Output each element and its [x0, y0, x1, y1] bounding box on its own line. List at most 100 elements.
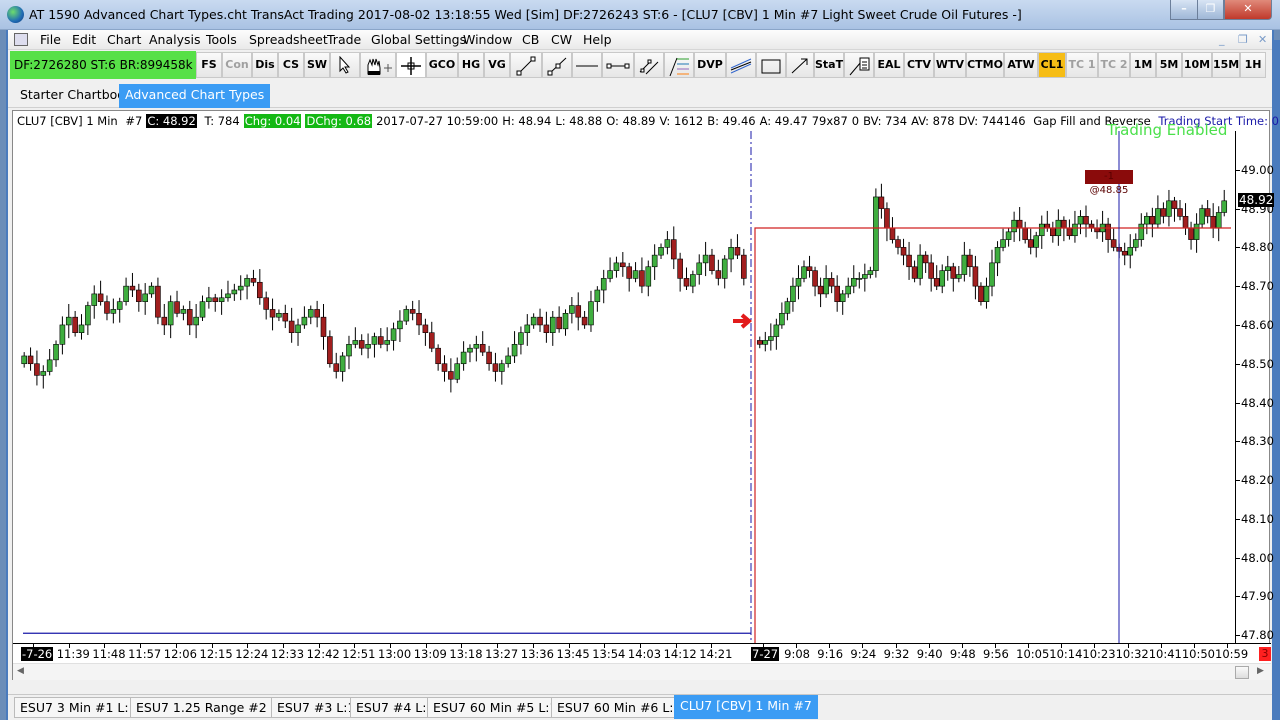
scroll-right-icon[interactable]: ▶ [1257, 666, 1264, 676]
candle-up [352, 340, 359, 345]
ctmo-button[interactable]: CTMO [966, 52, 1004, 78]
menu-window[interactable]: Window [463, 32, 512, 47]
price-axis[interactable]: 49.00 48.90 48.80 48.70 48.60 48.50 48.40 48.30… [1235, 131, 1275, 643]
x-tick-label: 10:41 [1148, 647, 1182, 661]
1h-button[interactable]: 1H [1240, 52, 1266, 78]
menu-cb[interactable]: CB [522, 32, 539, 47]
parallel-lines-button[interactable] [634, 52, 664, 78]
eal-button[interactable]: EAL [874, 52, 904, 78]
trading-enabled-label: Trading Enabled [1107, 121, 1228, 139]
candle-up [850, 278, 857, 287]
mdi-close-button[interactable]: ✕ [1258, 33, 1267, 46]
candle-down [683, 278, 690, 287]
menu-trade[interactable]: Trade [327, 32, 361, 47]
10m-button[interactable]: 10M [1182, 52, 1212, 78]
candle-down [967, 254, 973, 268]
ask-volume: AV: 878 [911, 114, 955, 128]
candle-up [1199, 208, 1205, 225]
menu-analysis[interactable]: Analysis [149, 32, 201, 47]
menu-tools[interactable]: Tools [206, 32, 237, 47]
segment-line-button[interactable] [602, 52, 634, 78]
candle-down [479, 344, 486, 353]
horizontal-scrollbar[interactable]: ◀ ▶ [13, 663, 1271, 680]
menu-file[interactable]: File [40, 32, 61, 47]
chart-tab-6[interactable]: ESU7 60 Min #6 L:1 [551, 697, 688, 718]
mdi-minimize-button[interactable]: _ [1219, 33, 1225, 46]
pointer-button[interactable] [330, 52, 360, 78]
minimize-button[interactable]: – [1170, 0, 1198, 20]
ctv-button[interactable]: CTV [904, 52, 934, 78]
candle-down [537, 316, 543, 326]
x-tick-label: 14:03 [627, 647, 662, 661]
chart-tab-7[interactable]: CLU7 [CBV] 1 Min #7 [674, 695, 818, 719]
arrow-button[interactable] [786, 52, 814, 78]
con-button[interactable]: Con [222, 52, 252, 78]
1m-button[interactable]: 1M [1130, 52, 1156, 78]
cl1-button[interactable]: CL1 [1038, 52, 1066, 78]
chart-tab-1[interactable]: ESU7 3 Min #1 L:1 [14, 697, 143, 718]
chart-tab-3[interactable]: ESU7 #3 L:1 [271, 697, 362, 718]
x-tick-label: 13:00 [378, 647, 412, 661]
close-button[interactable]: ✕ [1224, 0, 1272, 20]
alert-badge[interactable]: 3 [1259, 647, 1271, 661]
tc1-button[interactable]: TC 1 [1066, 52, 1098, 78]
document-icon[interactable] [14, 33, 28, 46]
time-axis[interactable]: 3 -7-26 11:39 11:48 11:57 12:06 12:15 12:24 12:… [13, 643, 1271, 663]
crosshair-button[interactable] [396, 52, 426, 78]
price-plot[interactable] [13, 131, 1235, 643]
candle-up [467, 347, 473, 353]
chart-tab-5[interactable]: ESU7 60 Min #5 L:1 [427, 697, 564, 718]
menu-help[interactable]: Help [583, 32, 612, 47]
stat-button[interactable]: StaT [814, 52, 844, 78]
menu-chart[interactable]: Chart [107, 32, 141, 47]
cs-button[interactable]: CS [278, 52, 304, 78]
y-tick [1236, 363, 1240, 365]
candle-down [928, 262, 934, 279]
candle-up [524, 324, 531, 333]
sw-button[interactable]: SW [304, 52, 330, 78]
rectangle-button[interactable] [756, 52, 786, 78]
candle-up [917, 254, 923, 279]
menu-global-settings[interactable]: Global Settings [371, 32, 466, 47]
candle-up [78, 324, 85, 333]
candle-up [46, 359, 53, 372]
dvp-button[interactable]: DVP [694, 52, 726, 78]
x-tick-label: 9:40 [916, 647, 943, 661]
menu-edit[interactable]: Edit [72, 32, 96, 47]
calculator-line-button[interactable] [844, 52, 874, 78]
tab-advanced-chart-types[interactable]: Advanced Chart Types [119, 84, 271, 108]
candle-up [989, 262, 995, 287]
horizontal-line-button[interactable] [572, 52, 602, 78]
tc2-button[interactable]: TC 2 [1098, 52, 1130, 78]
maximize-button[interactable]: ❐ [1197, 0, 1224, 20]
trendline-button[interactable] [510, 52, 542, 78]
gco-button[interactable]: GCO [426, 52, 458, 78]
mdi-restore-button[interactable]: ❐ [1238, 33, 1248, 46]
menu-cw[interactable]: CW [551, 32, 572, 47]
fs-button[interactable]: FS [196, 52, 222, 78]
candle-up [206, 297, 212, 302]
candle-up [784, 301, 791, 314]
candle-up [460, 351, 467, 365]
atw-button[interactable]: ATW [1004, 52, 1038, 78]
menu-spreadsheet[interactable]: Spreadsheet [249, 32, 328, 47]
candle-up [588, 301, 594, 326]
scroll-left-icon[interactable]: ◀ [17, 666, 24, 676]
channel-button[interactable] [726, 52, 756, 78]
hg-button[interactable]: HG [458, 52, 484, 78]
hand-pan-button[interactable] [360, 52, 396, 78]
scroll-thumb[interactable] [1235, 666, 1249, 679]
x-tick-label: 11:48 [92, 647, 126, 661]
15m-button[interactable]: 15M [1212, 52, 1240, 78]
fibonacci-button[interactable] [664, 52, 694, 78]
order-tag[interactable]: -1 @48.85 [1085, 170, 1133, 196]
candle-down [556, 316, 562, 330]
wtv-button[interactable]: WTV [934, 52, 966, 78]
5m-button[interactable]: 5M [1156, 52, 1182, 78]
dis-button[interactable]: Dis [252, 52, 278, 78]
ray-line-button[interactable] [542, 52, 572, 78]
x-tick-label: 7-27 [751, 647, 780, 661]
vg-button[interactable]: VG [484, 52, 510, 78]
x-tick-label: 11:39 [56, 647, 90, 661]
candle-up [59, 324, 66, 345]
